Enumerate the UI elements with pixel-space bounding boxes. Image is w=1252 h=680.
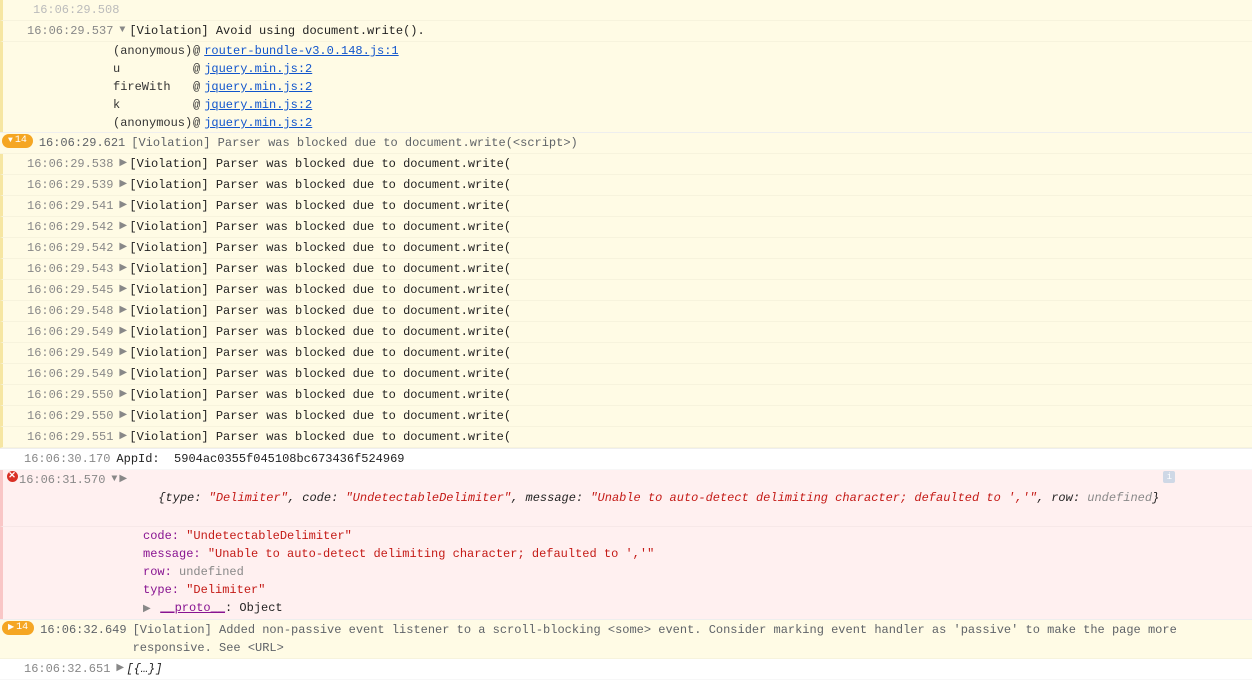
- disclosure-icon[interactable]: [119, 386, 129, 404]
- log-message: [Violation] Parser was blocked due to do…: [129, 176, 511, 194]
- log-row-violation[interactable]: 16:06:29.538 [Violation] Parser was block…: [0, 154, 1252, 175]
- log-message: [Violation] Parser was blocked due to do…: [129, 281, 511, 299]
- timestamp: 16:06:29.551: [27, 428, 113, 446]
- log-message: [Violation] Parser was blocked due to do…: [129, 344, 511, 362]
- timestamp: 16:06:29.541: [27, 197, 113, 215]
- disclosure-icon[interactable]: [119, 428, 129, 446]
- log-row-violation[interactable]: 16:06:29.541 [Violation] Parser was block…: [0, 196, 1252, 217]
- timestamp: 16:06:29.537: [27, 22, 113, 40]
- log-row-truncated: 16:06:29.508: [0, 0, 1252, 21]
- log-message: [Violation] Parser was blocked due to do…: [129, 218, 511, 236]
- disclosure-icon[interactable]: [119, 260, 129, 278]
- log-message: [Violation] Parser was blocked due to do…: [129, 407, 511, 425]
- disclosure-icon[interactable]: [119, 197, 129, 215]
- log-message: [Violation] Parser was blocked due to do…: [129, 302, 511, 320]
- stack-frame: k @ jquery.min.js:2: [0, 96, 1252, 114]
- log-message: [{…}]: [126, 660, 162, 678]
- log-group-header[interactable]: ▶14 16:06:32.649 [Violation] Added non-p…: [0, 619, 1252, 659]
- timestamp: 16:06:29.548: [27, 302, 113, 320]
- stack-frame: (anonymous) @ jquery.min.js:2: [0, 114, 1252, 132]
- timestamp: 16:06:29.550: [27, 407, 113, 425]
- disclosure-icon[interactable]: [119, 218, 129, 236]
- timestamp: 16:06:29.538: [27, 155, 113, 173]
- log-row-violation[interactable]: 16:06:29.543 [Violation] Parser was block…: [0, 259, 1252, 280]
- timestamp: 16:06:29.508: [13, 1, 119, 19]
- disclosure-icon[interactable]: [119, 155, 129, 173]
- log-row-violation[interactable]: 16:06:29.551 [Violation] Parser was block…: [0, 427, 1252, 448]
- source-link[interactable]: jquery.min.js:2: [204, 60, 312, 78]
- source-link[interactable]: jquery.min.js:2: [204, 96, 312, 114]
- log-row-error[interactable]: ✕ 16:06:31.570 {type: "Delimiter", code:…: [0, 470, 1252, 527]
- timestamp: 16:06:30.170: [24, 450, 110, 468]
- timestamp: 16:06:29.549: [27, 323, 113, 341]
- log-message: AppId: 5904ac0355f045108bc673436f524969: [116, 450, 404, 468]
- log-row-violation[interactable]: 16:06:29.550 [Violation] Parser was block…: [0, 385, 1252, 406]
- timestamp: 16:06:29.550: [27, 386, 113, 404]
- disclosure-icon[interactable]: [119, 302, 129, 320]
- log-message: [Violation] Parser was blocked due to do…: [131, 134, 577, 152]
- timestamp: 16:06:29.549: [27, 344, 113, 362]
- disclosure-icon[interactable]: [116, 660, 126, 678]
- object-property: row: undefined: [0, 563, 1252, 581]
- log-row[interactable]: 16:06:32.651 [{…}]: [0, 659, 1252, 680]
- log-row-violation[interactable]: 16:06:29.537 [Violation] Avoid using doc…: [0, 21, 1252, 42]
- log-message: [Violation] Added non-passive event list…: [133, 621, 1250, 657]
- log-row[interactable]: 16:06:30.170 AppId: 5904ac0355f045108bc6…: [0, 448, 1252, 470]
- timestamp: 16:06:31.570: [19, 471, 105, 489]
- log-message: [Violation] Parser was blocked due to do…: [129, 323, 511, 341]
- object-proto[interactable]: __proto__: Object: [0, 599, 1252, 619]
- source-link[interactable]: router-bundle-v3.0.148.js:1: [204, 42, 398, 60]
- log-message: [Violation] Parser was blocked due to do…: [129, 155, 511, 173]
- timestamp: 16:06:32.651: [24, 660, 110, 678]
- object-property: message: "Unable to auto-detect delimiti…: [0, 545, 1252, 563]
- timestamp: 16:06:29.549: [27, 365, 113, 383]
- source-link[interactable]: jquery.min.js:2: [204, 78, 312, 96]
- timestamp: 16:06:32.649: [40, 621, 126, 639]
- log-row-violation[interactable]: 16:06:29.549 [Violation] Parser was block…: [0, 322, 1252, 343]
- timestamp: 16:06:29.542: [27, 218, 113, 236]
- log-message: [Violation] Parser was blocked due to do…: [129, 365, 511, 383]
- log-row-violation[interactable]: 16:06:29.539 [Violation] Parser was block…: [0, 175, 1252, 196]
- disclosure-icon[interactable]: [119, 344, 129, 362]
- stack-frame: (anonymous) @ router-bundle-v3.0.148.js:…: [0, 42, 1252, 60]
- log-row-violation[interactable]: 16:06:29.549 [Violation] Parser was block…: [0, 343, 1252, 364]
- object-summary: {type: "Delimiter", code: "UndetectableD…: [129, 471, 1159, 525]
- disclosure-icon[interactable]: [119, 407, 129, 425]
- repeat-count-badge[interactable]: ▼14: [2, 134, 33, 148]
- disclosure-icon[interactable]: [119, 365, 129, 383]
- timestamp: 16:06:29.543: [27, 260, 113, 278]
- log-message: [Violation] Parser was blocked due to do…: [129, 197, 511, 215]
- object-property: code: "UndetectableDelimiter": [0, 527, 1252, 545]
- timestamp: 16:06:29.542: [27, 239, 113, 257]
- timestamp: 16:06:29.621: [39, 134, 125, 152]
- log-message: [Violation] Parser was blocked due to do…: [129, 239, 511, 257]
- info-icon[interactable]: i: [1163, 471, 1175, 483]
- log-row-violation[interactable]: 16:06:29.542 [Violation] Parser was block…: [0, 238, 1252, 259]
- source-link[interactable]: jquery.min.js:2: [204, 114, 312, 132]
- repeat-count-badge[interactable]: ▶14: [2, 621, 34, 635]
- disclosure-icon[interactable]: [143, 601, 153, 619]
- object-property: type: "Delimiter": [0, 581, 1252, 599]
- log-message: [Violation] Parser was blocked due to do…: [129, 428, 511, 446]
- stack-frame: fireWith @ jquery.min.js:2: [0, 78, 1252, 96]
- log-row-violation[interactable]: 16:06:29.545 [Violation] Parser was block…: [0, 280, 1252, 301]
- log-row-violation[interactable]: 16:06:29.549 [Violation] Parser was block…: [0, 364, 1252, 385]
- log-message: [Violation] Parser was blocked due to do…: [129, 386, 511, 404]
- timestamp: 16:06:29.539: [27, 176, 113, 194]
- log-row-violation[interactable]: 16:06:29.550 [Violation] Parser was block…: [0, 406, 1252, 427]
- disclosure-icon[interactable]: [119, 22, 129, 40]
- disclosure-icon[interactable]: [119, 239, 129, 257]
- log-row-violation[interactable]: 16:06:29.542 [Violation] Parser was block…: [0, 217, 1252, 238]
- disclosure-icon[interactable]: [119, 323, 129, 341]
- log-message: [Violation] Parser was blocked due to do…: [129, 260, 511, 278]
- disclosure-icon[interactable]: [119, 281, 129, 299]
- disclosure-icon[interactable]: [119, 471, 129, 489]
- log-message: [Violation] Avoid using document.write()…: [129, 22, 424, 40]
- error-icon: ✕: [7, 471, 18, 482]
- timestamp: 16:06:29.545: [27, 281, 113, 299]
- stack-frame: u @ jquery.min.js:2: [0, 60, 1252, 78]
- disclosure-icon[interactable]: [119, 176, 129, 194]
- log-row-violation[interactable]: 16:06:29.548 [Violation] Parser was block…: [0, 301, 1252, 322]
- log-group-header[interactable]: ▼14 16:06:29.621 [Violation] Parser was …: [0, 132, 1252, 154]
